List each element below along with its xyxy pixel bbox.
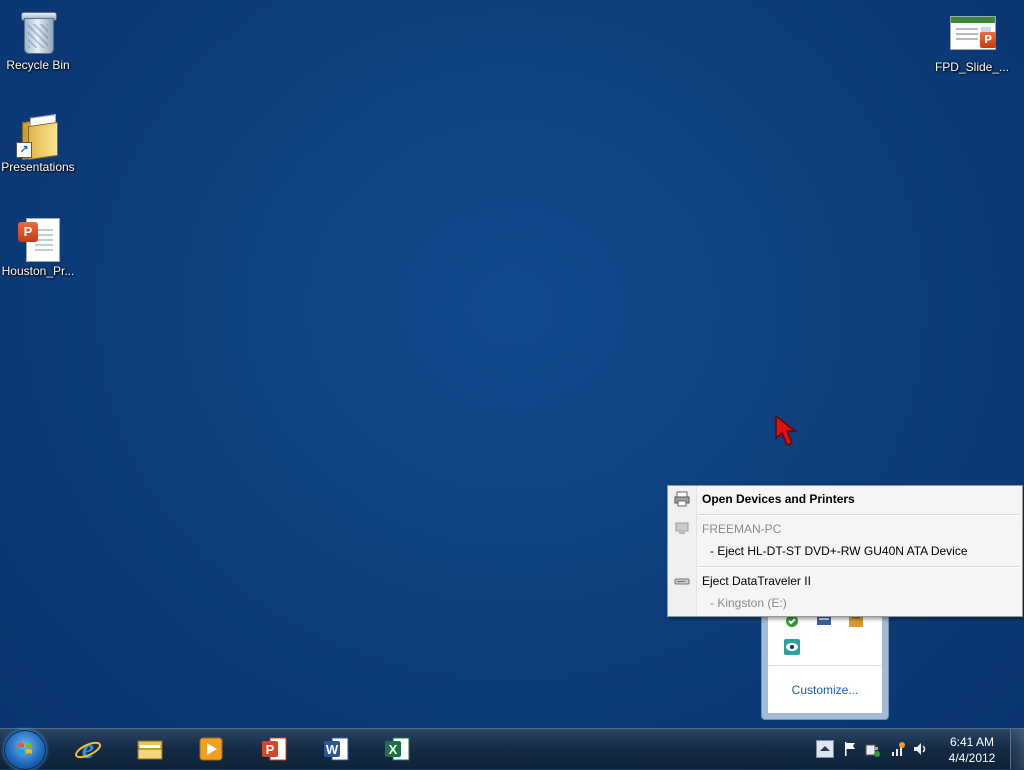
recycle-bin-icon (14, 8, 62, 56)
clock-date: 4/4/2012 (948, 751, 996, 765)
desktop-icon-label: Recycle Bin (6, 58, 70, 72)
internet-explorer-icon: e (75, 735, 101, 763)
desktop-icon-label: FPD_Slide_... (934, 60, 1010, 74)
printer-icon (674, 491, 690, 507)
show-desktop-button[interactable] (1010, 729, 1024, 769)
powerpoint-icon: P (262, 737, 287, 761)
safely-remove-hardware-icon[interactable] (864, 741, 880, 757)
volume-icon[interactable] (912, 741, 928, 757)
taskbar-powerpoint[interactable]: P (248, 731, 298, 767)
svg-text:e: e (82, 735, 94, 763)
menu-item-eject-dvd[interactable]: - Eject HL-DT-ST DVD+-RW GU40N ATA Devic… (668, 540, 1022, 562)
desktop-icon-houston-presentation[interactable]: P Houston_Pr... (0, 214, 76, 278)
menu-item-label: FREEMAN-PC (702, 522, 782, 536)
windows-logo-icon (18, 743, 32, 754)
taskbar-internet-explorer[interactable]: e (62, 731, 112, 767)
media-player-icon (199, 737, 223, 761)
folder-icon: ↗ (14, 110, 62, 161)
folder-icon (137, 740, 163, 760)
powerpoint-slide-file-icon: P (948, 10, 996, 58)
taskbar-media-player[interactable] (185, 731, 235, 767)
svg-text:W: W (326, 742, 339, 757)
taskbar: e P W X 6:41 AM 4/4/2012 (0, 728, 1024, 770)
taskbar-windows-explorer[interactable] (124, 731, 174, 767)
desktop-icon-fpd-slide[interactable]: P FPD_Slide_... (934, 10, 1010, 74)
menu-item-label: Open Devices and Printers (702, 492, 855, 506)
system-clock[interactable]: 6:41 AM 4/4/2012 (940, 734, 1004, 766)
network-icon[interactable] (890, 741, 906, 757)
usb-drive-icon (674, 578, 690, 585)
menu-item-label: - Eject HL-DT-ST DVD+-RW GU40N ATA Devic… (710, 544, 968, 558)
customize-link[interactable]: Customize... (768, 683, 882, 697)
start-button[interactable] (4, 730, 46, 770)
word-icon: W (324, 737, 349, 761)
action-center-flag-icon[interactable] (842, 741, 858, 757)
safely-remove-hardware-menu: Open Devices and Printers FREEMAN-PC - E… (667, 485, 1023, 617)
svg-text:P: P (266, 742, 275, 757)
show-hidden-icons-button[interactable] (816, 740, 834, 758)
svg-text:X: X (389, 742, 398, 757)
desktop-icon-presentations[interactable]: ↗ Presentations (0, 110, 76, 174)
menu-item-open-devices-and-printers[interactable]: Open Devices and Printers (668, 488, 1022, 510)
excel-icon: X (385, 737, 410, 761)
menu-item-kingston-volume: - Kingston (E:) (668, 592, 1022, 614)
clock-time: 6:41 AM (949, 735, 995, 749)
taskbar-word[interactable]: W (310, 731, 360, 767)
menu-item-computer-name: FREEMAN-PC (668, 518, 1022, 540)
powerpoint-file-icon: P (14, 214, 62, 262)
menu-item-eject-datatraveler[interactable]: Eject DataTraveler II (668, 570, 1022, 592)
menu-item-label: - Kingston (E:) (710, 596, 787, 610)
desktop-icon-label: Houston_Pr... (1, 264, 75, 278)
taskbar-excel[interactable]: X (371, 731, 421, 767)
desktop-icon-label: Presentations (1, 160, 75, 174)
eye-icon[interactable] (784, 639, 800, 655)
desktop-icon-recycle-bin[interactable]: Recycle Bin (0, 8, 76, 72)
menu-item-label: Eject DataTraveler II (702, 574, 811, 588)
computer-icon (675, 522, 689, 534)
mouse-cursor-icon (775, 414, 798, 446)
shortcut-arrow-icon: ↗ (16, 142, 32, 158)
